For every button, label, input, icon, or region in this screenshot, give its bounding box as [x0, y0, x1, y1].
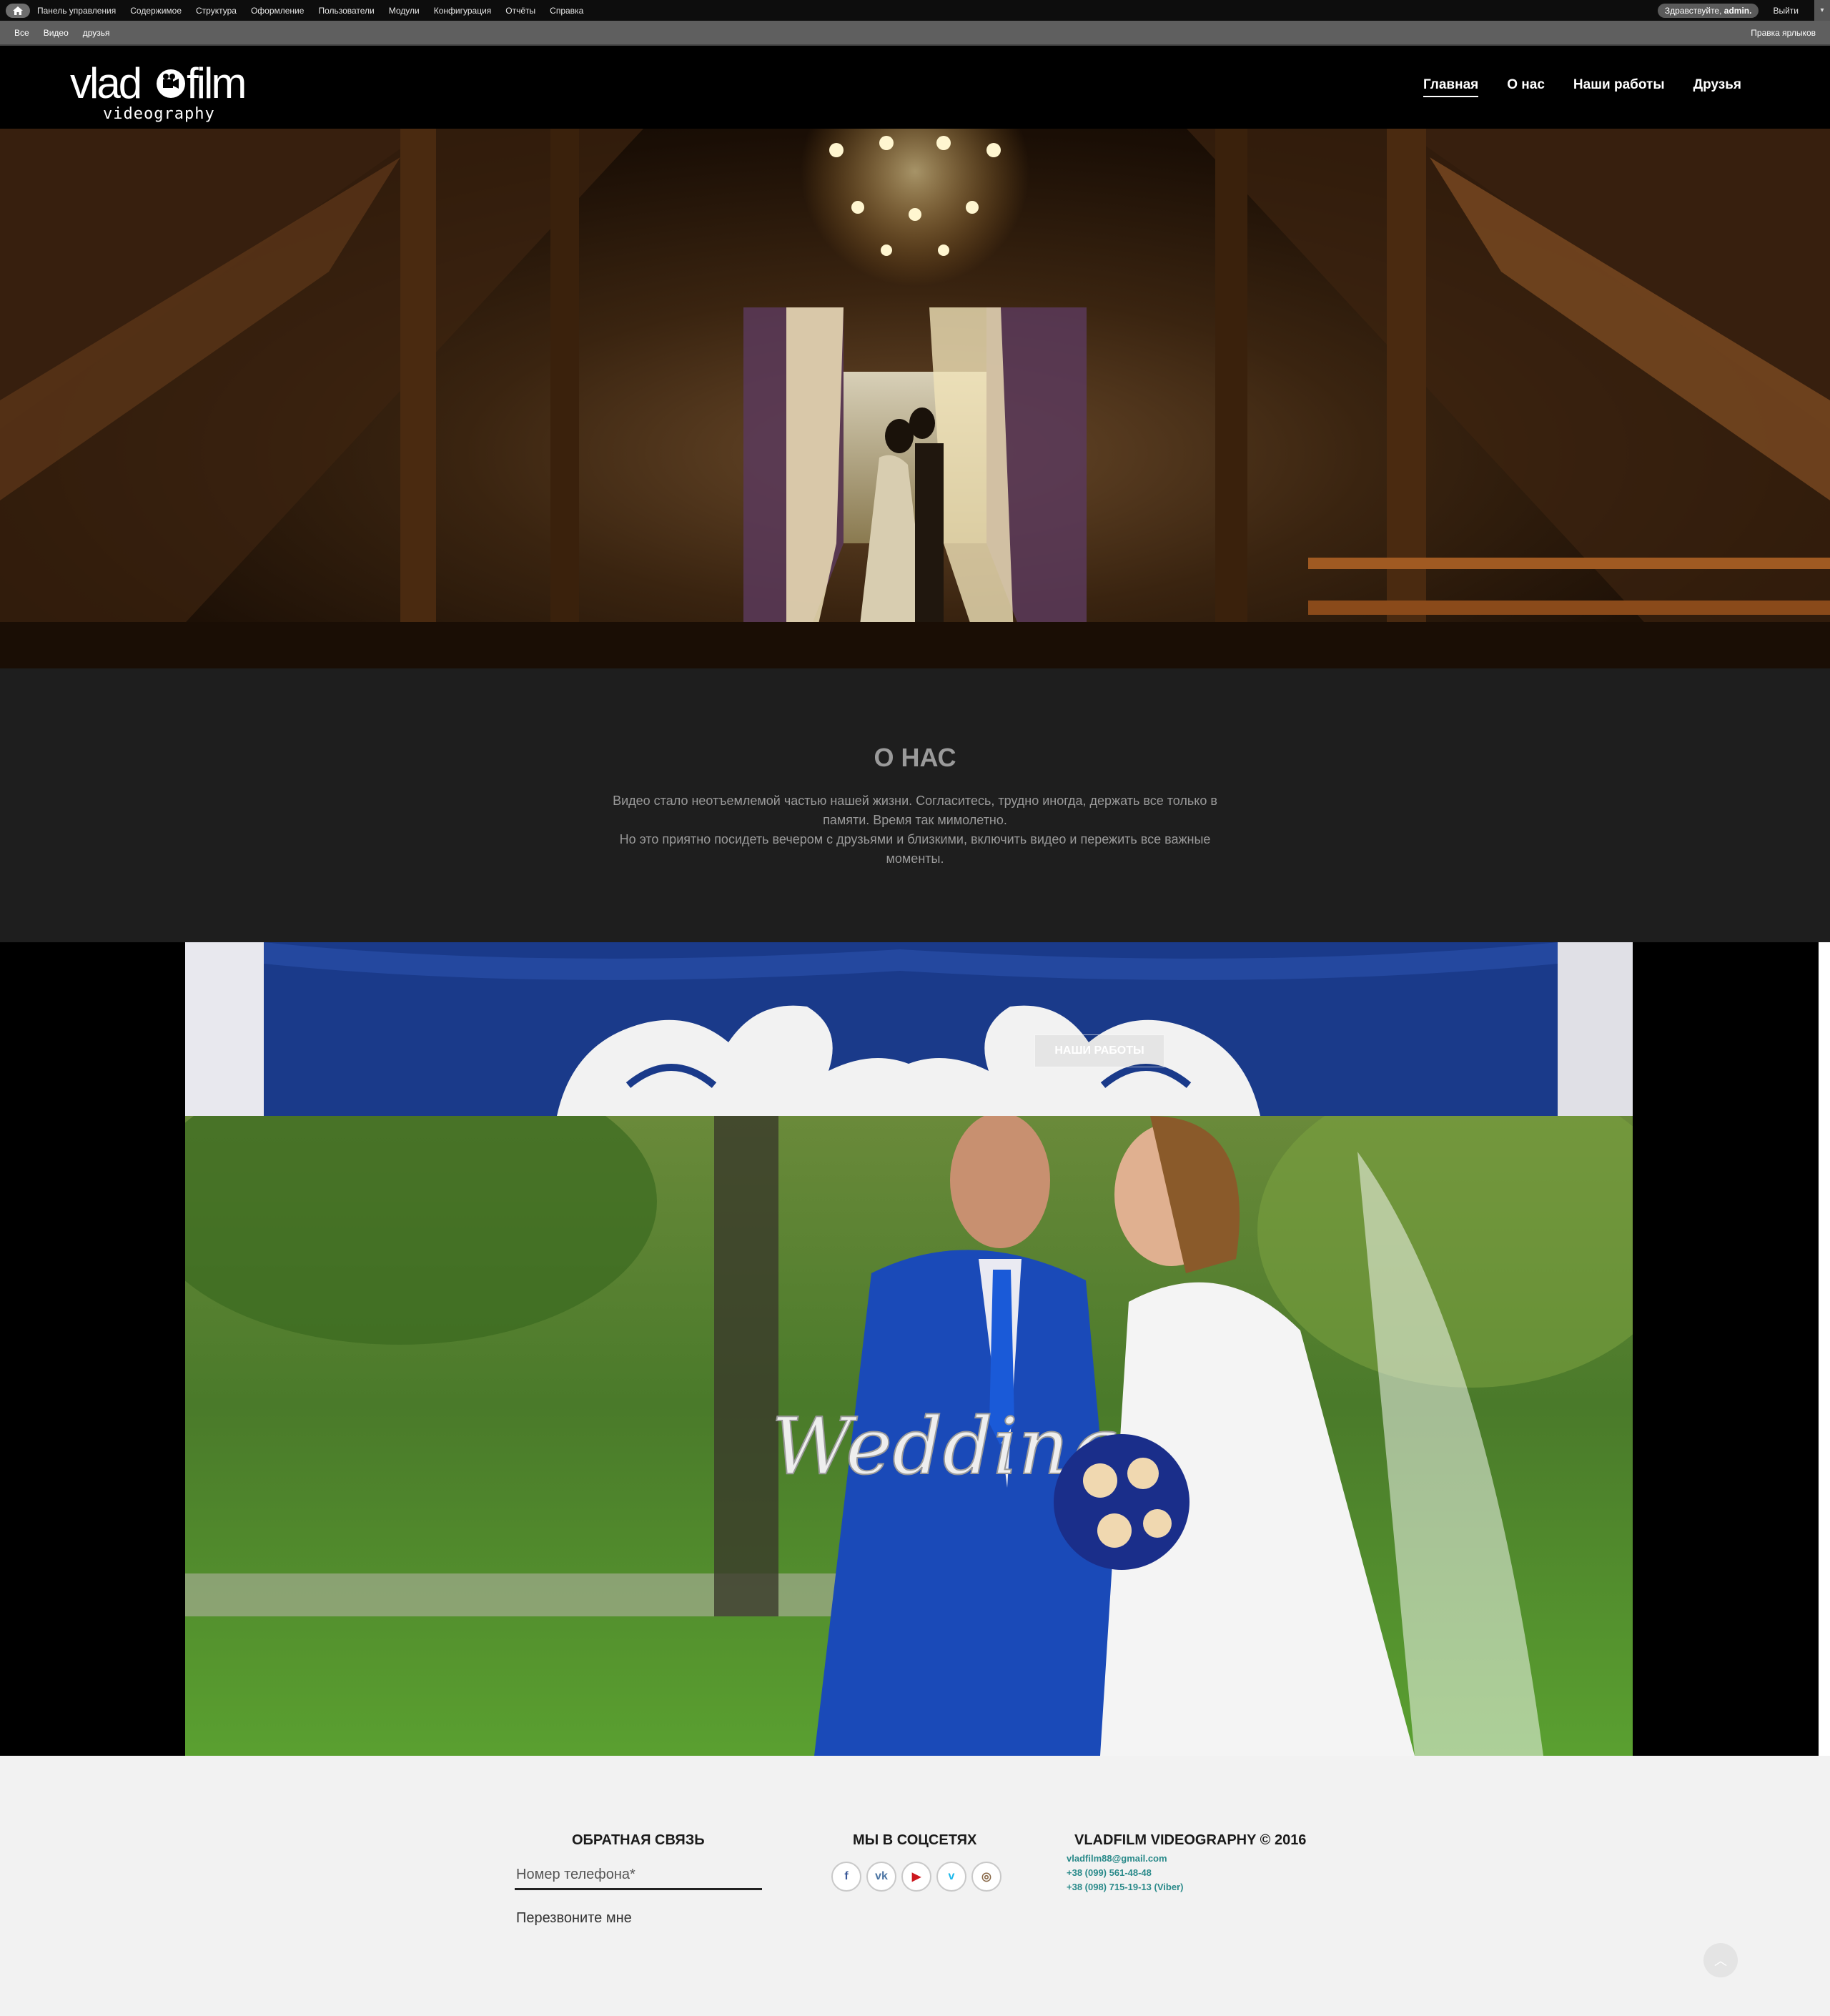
site-header: vlad film videography Главная О нас Наши…: [0, 46, 1830, 129]
nav-about[interactable]: О нас: [1507, 77, 1545, 97]
site-footer: ОБРАТНАЯ СВЯЗЬ Перезвоните мне МЫ В СОЦС…: [0, 1756, 1830, 2016]
nav-works[interactable]: Наши работы: [1573, 77, 1665, 97]
main-nav: Главная О нас Наши работы Друзья: [1395, 77, 1741, 97]
works-button[interactable]: НАШИ РАБОТЫ: [1034, 1034, 1164, 1067]
admin-menu-configuration[interactable]: Конфигурация: [434, 6, 492, 16]
toolbar-toggle-icon[interactable]: ▾: [1814, 0, 1830, 21]
admin-user-area: Здравствуйте, admin. Выйти ▾: [1657, 0, 1830, 21]
vimeo-icon[interactable]: v: [936, 1862, 966, 1892]
shortcut-all[interactable]: Все: [14, 28, 29, 38]
site-logo[interactable]: vlad film videography: [70, 56, 256, 123]
shortcut-video[interactable]: Видео: [44, 28, 69, 38]
scroll-to-top-button[interactable]: ︿: [1703, 1943, 1738, 1977]
about-section: О НАС Видео стало неотъемлемой частью на…: [0, 668, 1830, 942]
works-slide-wedding: Wedding: [185, 1116, 1633, 1756]
page-edge-strip: [1819, 942, 1830, 1756]
shortcuts-bar: Все Видео друзья Правка ярлыков: [0, 21, 1830, 46]
company-title: VLADFILM VIDEOGRAPHY © 2016: [1074, 1832, 1307, 1848]
instagram-icon[interactable]: ◎: [971, 1862, 1001, 1892]
admin-menu-dashboard[interactable]: Панель управления: [37, 6, 116, 16]
contact-list: vladfilm88@gmail.com +38 (099) 561-48-48…: [1067, 1852, 1183, 1894]
feedback-title: ОБРАТНАЯ СВЯЗЬ: [572, 1832, 705, 1848]
nav-home[interactable]: Главная: [1423, 77, 1479, 97]
vk-icon[interactable]: vk: [866, 1862, 896, 1892]
admin-menu: Панель управления Содержимое Структура О…: [37, 6, 598, 16]
youtube-icon[interactable]: ▶: [901, 1862, 931, 1892]
greeting-user-link[interactable]: admin.: [1724, 6, 1752, 16]
greeting-text: Здравствуйте,: [1664, 5, 1722, 16]
logo-tagline: videography: [103, 105, 215, 123]
admin-menu-reports[interactable]: Отчёты: [505, 6, 535, 16]
greeting-badge: Здравствуйте, admin.: [1657, 3, 1759, 18]
works-section: НАШИ РАБОТЫ Wedding: [0, 942, 1819, 1756]
admin-menu-content[interactable]: Содержимое: [130, 6, 182, 16]
admin-menu-people[interactable]: Пользователи: [318, 6, 374, 16]
hero-scene: [0, 129, 1830, 668]
edit-shortcuts-link[interactable]: Правка ярлыков: [1751, 28, 1816, 38]
contact-phone-2[interactable]: +38 (098) 715-19-13 (Viber): [1067, 1880, 1183, 1894]
social-links: f vk ▶ v ◎: [831, 1862, 1006, 1892]
logo-wordmark: vlad film: [70, 59, 247, 107]
shortcut-friends[interactable]: друзья: [83, 28, 110, 38]
callback-button[interactable]: Перезвоните мне: [516, 1910, 632, 1927]
works-wedding-image: Wedding: [185, 1116, 1633, 1756]
hero-image: [0, 129, 1830, 668]
admin-menu-help[interactable]: Справка: [550, 6, 583, 16]
nav-friends[interactable]: Друзья: [1693, 77, 1741, 97]
admin-toolbar: Панель управления Содержимое Структура О…: [0, 0, 1830, 21]
about-paragraph-2: Но это приятно посидеть вечером с друзья…: [619, 832, 1211, 866]
svg-text:vlad: vlad: [70, 59, 140, 107]
svg-text:film: film: [187, 59, 244, 107]
contact-phone-1[interactable]: +38 (099) 561-48-48: [1067, 1866, 1183, 1880]
social-title: МЫ В СОЦСЕТЯХ: [853, 1832, 977, 1848]
works-banner-image: [185, 942, 1633, 1116]
admin-menu-structure[interactable]: Структура: [196, 6, 237, 16]
chevron-up-icon: ︿: [1714, 1954, 1727, 1968]
about-paragraph-1: Видео стало неотъемлемой частью нашей жи…: [613, 794, 1217, 827]
contact-email[interactable]: vladfilm88@gmail.com: [1067, 1852, 1183, 1866]
admin-menu-modules[interactable]: Модули: [389, 6, 420, 16]
phone-input[interactable]: [515, 1862, 762, 1890]
facebook-icon[interactable]: f: [831, 1862, 861, 1892]
admin-menu-appearance[interactable]: Оформление: [251, 6, 304, 16]
about-title: О НАС: [874, 743, 956, 772]
home-icon[interactable]: [6, 3, 30, 18]
works-slide-banner: НАШИ РАБОТЫ: [185, 942, 1633, 1116]
logout-link[interactable]: Выйти: [1773, 6, 1799, 16]
